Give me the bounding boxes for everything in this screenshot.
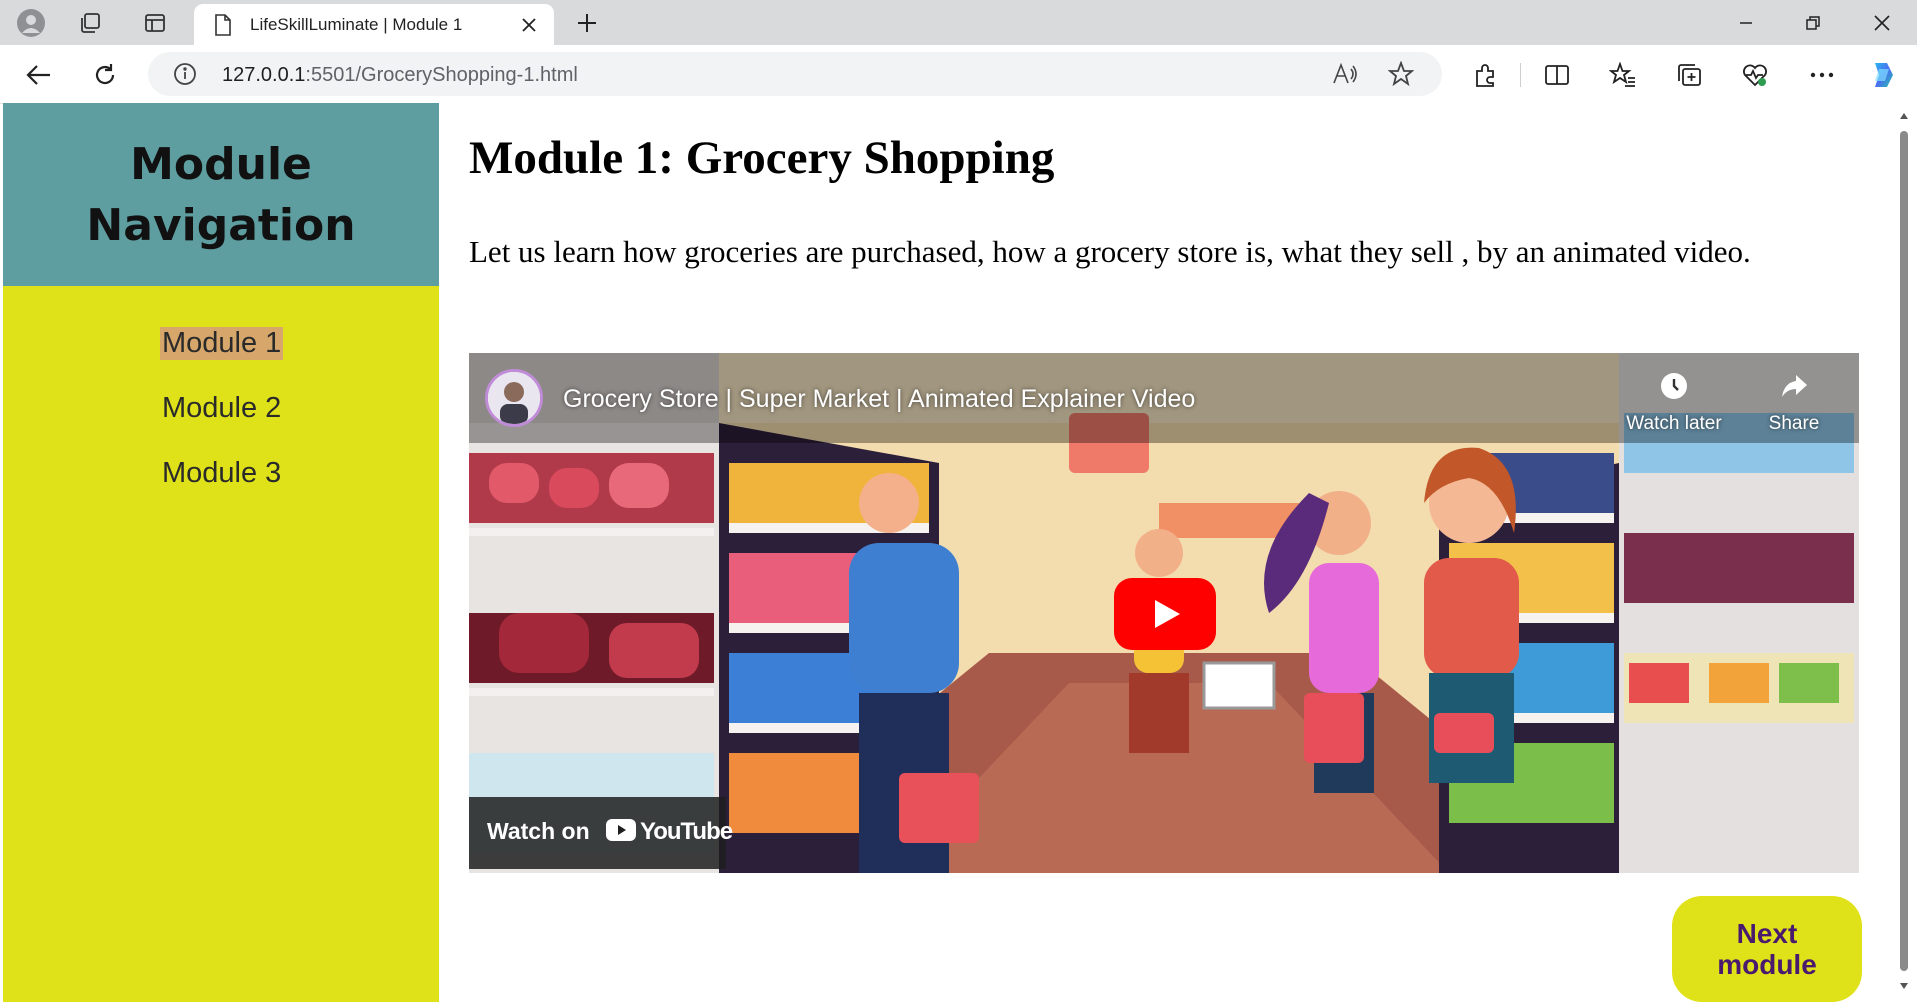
sidebar-item-module-3[interactable]: Module 3: [160, 457, 283, 490]
active-tab[interactable]: LifeSkillLuminate | Module 1: [194, 4, 554, 45]
address-bar: 127.0.0.1:5501/GroceryShopping-1.html: [0, 45, 1917, 104]
browser-tab-bar: LifeSkillLuminate | Module 1: [0, 0, 1917, 45]
sidebar-header: Module Navigation: [3, 103, 439, 286]
toolbar-divider: [1520, 63, 1521, 87]
next-label-line2: module: [1717, 949, 1817, 980]
sidebar-item-module-1[interactable]: Module 1: [160, 327, 284, 360]
page-content: Module Navigation Module 1 Module 2 Modu…: [3, 103, 1917, 1007]
main-content: Module 1: Grocery Shopping Let us learn …: [439, 103, 1894, 1002]
next-module-button[interactable]: Next module: [1672, 896, 1862, 1002]
youtube-logo-icon: [606, 819, 636, 841]
module-sidebar: Module Navigation Module 1 Module 2 Modu…: [3, 103, 439, 1002]
url-path: :5501/GroceryShopping-1.html: [305, 64, 578, 86]
tab-actions-icon[interactable]: [140, 8, 170, 38]
sidebar-title: Module Navigation: [86, 134, 355, 256]
watch-on-youtube-button[interactable]: Watch on YouTube: [469, 797, 733, 869]
health-icon[interactable]: [1738, 58, 1772, 92]
play-icon: [1114, 578, 1216, 650]
page-title: Module 1: Grocery Shopping: [469, 132, 1055, 184]
youtube-video-embed[interactable]: Grocery Store | Super Market | Animated …: [469, 353, 1859, 873]
close-tab-icon[interactable]: [514, 10, 544, 40]
favorites-icon[interactable]: [1606, 58, 1640, 92]
url-host: 127.0.0.1: [222, 64, 306, 86]
restore-icon[interactable]: [1783, 0, 1843, 45]
extensions-icon[interactable]: [1468, 58, 1502, 92]
share-button[interactable]: Share: [1749, 371, 1839, 435]
page-scrollbar[interactable]: [1894, 103, 1914, 1002]
read-aloud-icon[interactable]: [1328, 57, 1362, 91]
more-icon[interactable]: [1805, 58, 1839, 92]
clock-icon: [1661, 373, 1687, 399]
sidebar-title-line2: Navigation: [86, 199, 356, 251]
workspaces-icon[interactable]: [75, 8, 105, 38]
back-icon[interactable]: [22, 58, 56, 92]
video-title[interactable]: Grocery Store | Super Market | Animated …: [563, 385, 1195, 414]
url-field[interactable]: 127.0.0.1:5501/GroceryShopping-1.html: [148, 52, 1442, 96]
copilot-icon[interactable]: [1866, 58, 1900, 92]
watch-later-button[interactable]: Watch later: [1619, 371, 1729, 435]
split-screen-icon[interactable]: [1540, 58, 1574, 92]
favorite-star-icon[interactable]: [1384, 57, 1418, 91]
profile-icon[interactable]: [16, 8, 46, 38]
sidebar-title-line1: Module: [130, 138, 312, 190]
info-icon[interactable]: [168, 57, 202, 91]
refresh-icon[interactable]: [88, 58, 122, 92]
minimize-icon[interactable]: [1716, 0, 1776, 45]
youtube-wordmark: YouTube: [640, 818, 733, 845]
watch-later-label: Watch later: [1626, 413, 1722, 434]
watch-on-label: Watch on: [487, 818, 590, 844]
next-module-label: Next module: [1712, 918, 1822, 980]
new-tab-icon[interactable]: [572, 8, 602, 38]
share-icon: [1782, 375, 1807, 397]
tab-title: LifeSkillLuminate | Module 1: [250, 15, 463, 34]
channel-avatar[interactable]: [485, 369, 543, 427]
url-text: 127.0.0.1:5501/GroceryShopping-1.html: [222, 64, 578, 87]
intro-text: Let us learn how groceries are purchased…: [469, 234, 1751, 269]
share-label: Share: [1768, 413, 1820, 434]
close-window-icon[interactable]: [1852, 0, 1912, 45]
page-icon: [208, 10, 238, 40]
sidebar-item-module-2[interactable]: Module 2: [160, 392, 283, 425]
collections-icon[interactable]: [1672, 58, 1706, 92]
next-label-line1: Next: [1736, 918, 1798, 949]
play-button[interactable]: [1114, 578, 1216, 650]
